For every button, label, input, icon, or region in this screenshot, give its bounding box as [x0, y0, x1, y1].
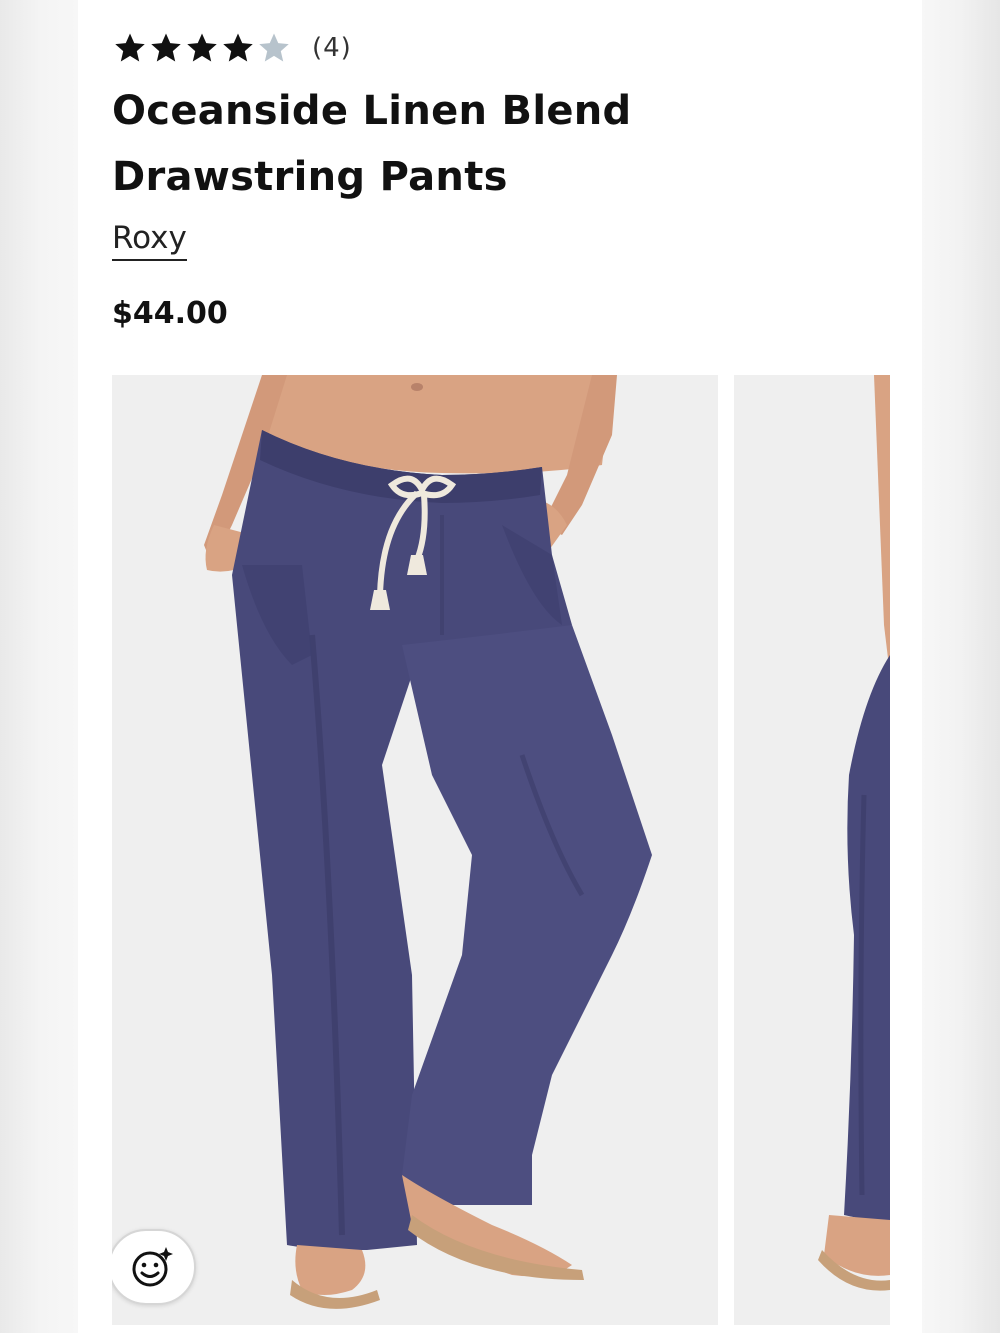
product-photo-front[interactable]: [112, 375, 718, 1325]
star-rating: [112, 31, 292, 65]
star-filled-icon: [223, 33, 253, 62]
product-title: Oceanside Linen Blend Drawstring Pants: [112, 88, 632, 200]
product-price: $44.00: [112, 296, 228, 331]
product-photo-side[interactable]: [734, 375, 890, 1325]
image-gallery[interactable]: [112, 375, 922, 1325]
star-filled-icon: [151, 33, 181, 62]
pants-front-image: [112, 375, 718, 1325]
pants-side-image: [734, 375, 890, 1325]
star-empty-icon: [259, 33, 289, 62]
review-count[interactable]: (4): [312, 33, 352, 63]
virtual-try-on-button[interactable]: [112, 1229, 196, 1305]
brand-link[interactable]: Roxy: [112, 218, 187, 261]
product-card: (4) Oceanside Linen Blend Drawstring Pan…: [78, 0, 922, 1333]
face-sparkle-icon: [132, 1247, 173, 1287]
star-filled-icon: [115, 33, 145, 62]
rating-row[interactable]: (4): [112, 30, 352, 66]
star-filled-icon: [187, 33, 217, 62]
